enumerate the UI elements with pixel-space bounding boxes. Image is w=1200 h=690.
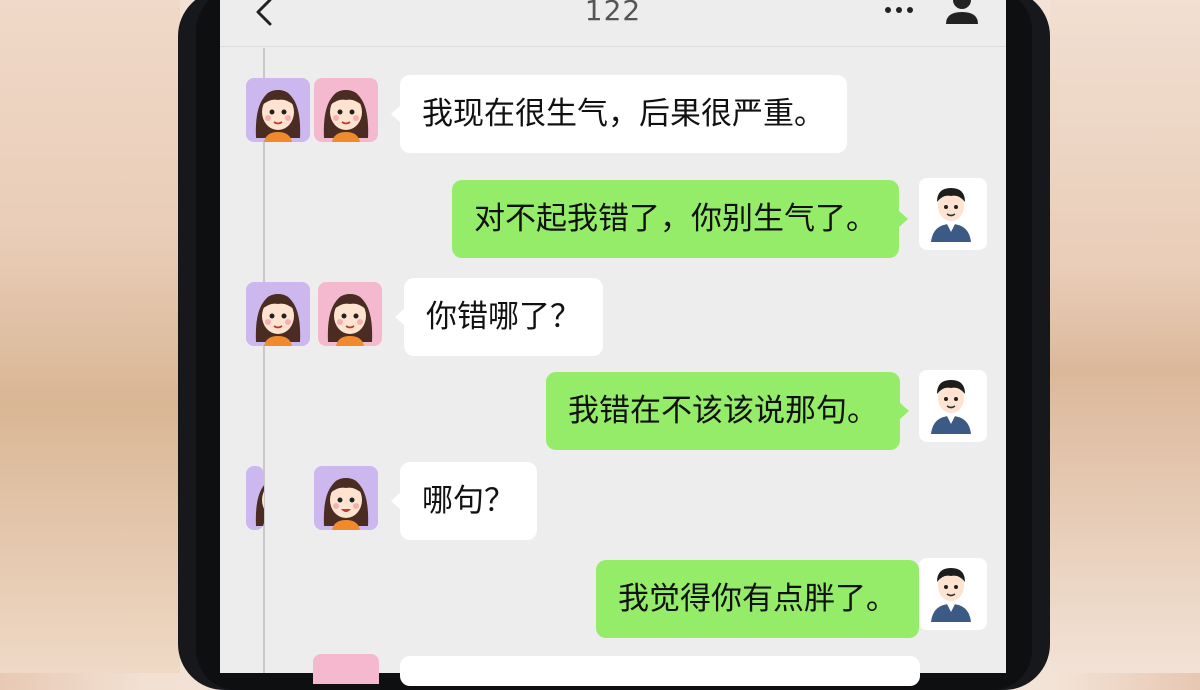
girl-avatar-icon [314, 78, 378, 142]
girl-avatar-partial[interactable] [246, 466, 264, 530]
message-bubble-sent[interactable]: 我错在不该该说那句。 [546, 372, 909, 450]
girl-avatar[interactable] [246, 78, 310, 142]
chat-header: 122 [220, 0, 1006, 47]
girl-avatar[interactable] [314, 466, 378, 530]
profile-button[interactable] [942, 0, 982, 28]
message-bubble-sent[interactable]: 我觉得你有点胖了。 [596, 560, 928, 638]
boy-avatar[interactable] [919, 178, 987, 250]
message-bubble-received[interactable]: 我现在很生气，后果很严重。 [391, 75, 847, 153]
boy-avatar[interactable] [919, 370, 987, 442]
girl-avatar-partial[interactable] [313, 654, 379, 684]
girl-avatar[interactable] [246, 282, 310, 346]
background-left [0, 0, 180, 673]
girl-avatar-icon [314, 466, 378, 530]
person-icon [946, 0, 978, 24]
girl-avatar[interactable] [318, 282, 382, 346]
message-bubble-partial[interactable] [400, 656, 920, 686]
boy-avatar[interactable] [919, 558, 987, 630]
girl-avatar[interactable] [314, 78, 378, 142]
message-bubble-received[interactable]: 哪句？ [391, 462, 537, 540]
girl-avatar-icon [246, 78, 310, 142]
more-button[interactable] [880, 0, 920, 26]
girl-avatar-icon [246, 282, 310, 346]
boy-avatar-icon [919, 370, 983, 434]
background-right [1050, 0, 1200, 673]
girl-avatar-icon [246, 466, 264, 530]
message-bubble-sent[interactable]: 对不起我错了，你别生气了。 [452, 180, 908, 258]
boy-avatar-icon [919, 558, 983, 622]
boy-avatar-icon [919, 178, 983, 242]
more-dots-icon [885, 7, 913, 13]
girl-avatar-icon [318, 282, 382, 346]
message-bubble-received[interactable]: 你错哪了？ [395, 278, 603, 356]
